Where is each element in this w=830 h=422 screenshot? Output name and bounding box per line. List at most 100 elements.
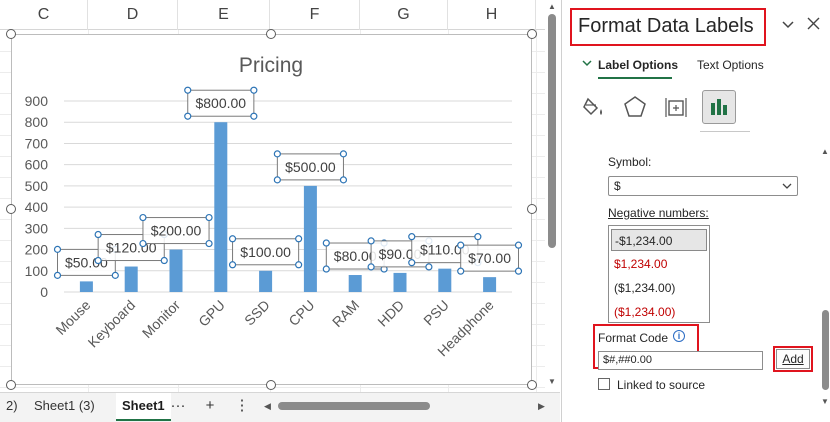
negative-option-1[interactable]: -$1,234.00 (611, 229, 707, 251)
negative-option-3[interactable]: ($1,234.00) (611, 277, 707, 299)
chevron-down-icon[interactable] (582, 58, 592, 70)
pane-scroll-thumb[interactable] (822, 310, 829, 390)
symbol-dropdown[interactable]: $ (608, 176, 798, 196)
data-label-handle[interactable] (295, 261, 303, 269)
data-label-handle[interactable] (94, 230, 102, 239)
data-label[interactable]: $500.00 (285, 159, 336, 175)
linked-to-source-label[interactable]: Linked to source (617, 378, 705, 392)
data-label[interactable]: $70.00 (468, 250, 511, 266)
chart-title[interactable]: Pricing (239, 54, 303, 77)
data-label-handle[interactable] (139, 239, 147, 248)
chart-resize-handle[interactable] (266, 380, 276, 390)
close-icon[interactable] (807, 15, 820, 35)
effects-icon[interactable] (618, 90, 652, 124)
chart-resize-handle[interactable] (6, 204, 16, 214)
chart-resize-handle[interactable] (527, 380, 537, 390)
bar[interactable] (259, 270, 273, 292)
bar[interactable] (483, 277, 497, 292)
horizontal-scrollbar[interactable]: ◀ ▶ (262, 399, 552, 413)
data-label-handle[interactable] (322, 265, 330, 273)
column-header-h[interactable]: H (448, 0, 536, 30)
chart-resize-handle[interactable] (527, 29, 537, 39)
data-label-handle[interactable] (425, 263, 433, 271)
data-label[interactable]: $800.00 (195, 95, 246, 111)
data-label-handle[interactable] (273, 150, 281, 158)
data-label-handle[interactable] (514, 241, 523, 249)
bar[interactable] (169, 249, 183, 292)
chevron-down-icon[interactable] (781, 17, 795, 33)
pricing-chart[interactable]: Pricing 0 100 200 300 400 500 600 700 800 900 Mouse… (12, 35, 533, 386)
scroll-up-arrow-icon[interactable]: ▲ (548, 2, 556, 11)
column-header-e[interactable]: E (178, 0, 270, 30)
data-label-handle[interactable] (273, 176, 281, 184)
data-label-handle[interactable] (94, 256, 102, 265)
data-label-handle[interactable] (184, 86, 192, 94)
scroll-down-arrow-icon[interactable]: ▼ (548, 377, 556, 386)
scroll-left-arrow-icon[interactable]: ◀ (264, 399, 271, 413)
data-label-handle[interactable] (339, 150, 348, 158)
sheet-options-icon[interactable]: ⋮ (232, 393, 252, 421)
tab-label-options[interactable]: Label Options (598, 58, 678, 72)
data-label[interactable]: $200.00 (151, 223, 202, 239)
data-label[interactable]: $80.00 (334, 248, 377, 264)
data-label-handle[interactable] (205, 239, 213, 248)
column-header-f[interactable]: F (270, 0, 360, 30)
chart-resize-handle[interactable] (266, 29, 276, 39)
data-label-handle[interactable] (367, 237, 375, 245)
data-label-handle[interactable] (139, 213, 147, 222)
tab-text-options[interactable]: Text Options (697, 58, 764, 72)
data-label-handle[interactable] (367, 263, 375, 271)
data-label-handle[interactable] (160, 256, 168, 265)
chart-area[interactable]: Pricing 0 100 200 300 400 500 600 700 800 900 Mouse… (11, 34, 532, 385)
scroll-right-arrow-icon[interactable]: ▶ (538, 399, 545, 413)
data-label-handle[interactable] (514, 267, 523, 275)
info-icon[interactable]: i (673, 330, 685, 342)
add-sheet-button[interactable]: + (200, 393, 220, 421)
scroll-up-arrow-icon[interactable]: ▲ (821, 147, 829, 156)
sheet-tab-sheet1-3[interactable]: Sheet1 (3) (28, 393, 101, 421)
bar[interactable] (393, 272, 407, 292)
chart-resize-handle[interactable] (6, 29, 16, 39)
horizontal-scroll-thumb[interactable] (278, 402, 430, 410)
data-label-handle[interactable] (111, 271, 119, 279)
sheet-tab-sheet1[interactable]: Sheet1 (116, 393, 171, 421)
bar[interactable] (348, 275, 362, 292)
negative-numbers-list[interactable]: -$1,234.00 $1,234.00 ($1,234.00) ($1,234… (608, 225, 710, 323)
negative-option-4[interactable]: ($1,234.00) (611, 301, 707, 323)
data-label-handle[interactable] (339, 176, 348, 184)
bar[interactable] (438, 268, 452, 292)
chart-resize-handle[interactable] (527, 204, 537, 214)
vertical-scrollbar[interactable]: ▲ ▼ (545, 0, 559, 392)
more-sheets-icon[interactable]: ··· (168, 393, 188, 421)
negative-option-2[interactable]: $1,234.00 (611, 253, 707, 275)
column-header-g[interactable]: G (360, 0, 448, 30)
fill-line-icon[interactable] (577, 90, 611, 124)
data-label-handle[interactable] (408, 233, 416, 241)
data-label-handle[interactable] (457, 267, 465, 275)
sheet-tab-prev[interactable]: 2) (0, 393, 24, 421)
data-label-handle[interactable] (205, 213, 213, 222)
column-header-c[interactable]: C (0, 0, 88, 30)
data-label-handle[interactable] (250, 112, 258, 120)
size-properties-icon[interactable] (659, 90, 693, 124)
pane-scrollbar[interactable]: ▲ ▼ (820, 145, 830, 406)
data-label-handle[interactable] (250, 86, 258, 94)
data-label-handle[interactable] (474, 233, 482, 241)
column-header-d[interactable]: D (88, 0, 178, 30)
bar[interactable] (124, 266, 138, 292)
data-label-handle[interactable] (228, 235, 237, 243)
format-code-input[interactable]: $#,##0.00 (598, 351, 763, 370)
data-label-handle[interactable] (228, 261, 237, 269)
data-label-handle[interactable] (53, 245, 62, 253)
data-label-handle[interactable] (322, 239, 330, 247)
data-label-handle[interactable] (457, 241, 465, 249)
vertical-scroll-thumb[interactable] (548, 14, 556, 248)
data-label[interactable]: $100.00 (240, 244, 291, 260)
bar[interactable] (79, 281, 93, 292)
data-label-handle[interactable] (184, 112, 192, 120)
label-options-icon[interactable] (702, 90, 736, 124)
data-label-handle[interactable] (53, 271, 62, 279)
bar[interactable] (303, 185, 317, 292)
linked-to-source-checkbox[interactable] (598, 378, 610, 390)
scroll-down-arrow-icon[interactable]: ▼ (821, 397, 829, 406)
